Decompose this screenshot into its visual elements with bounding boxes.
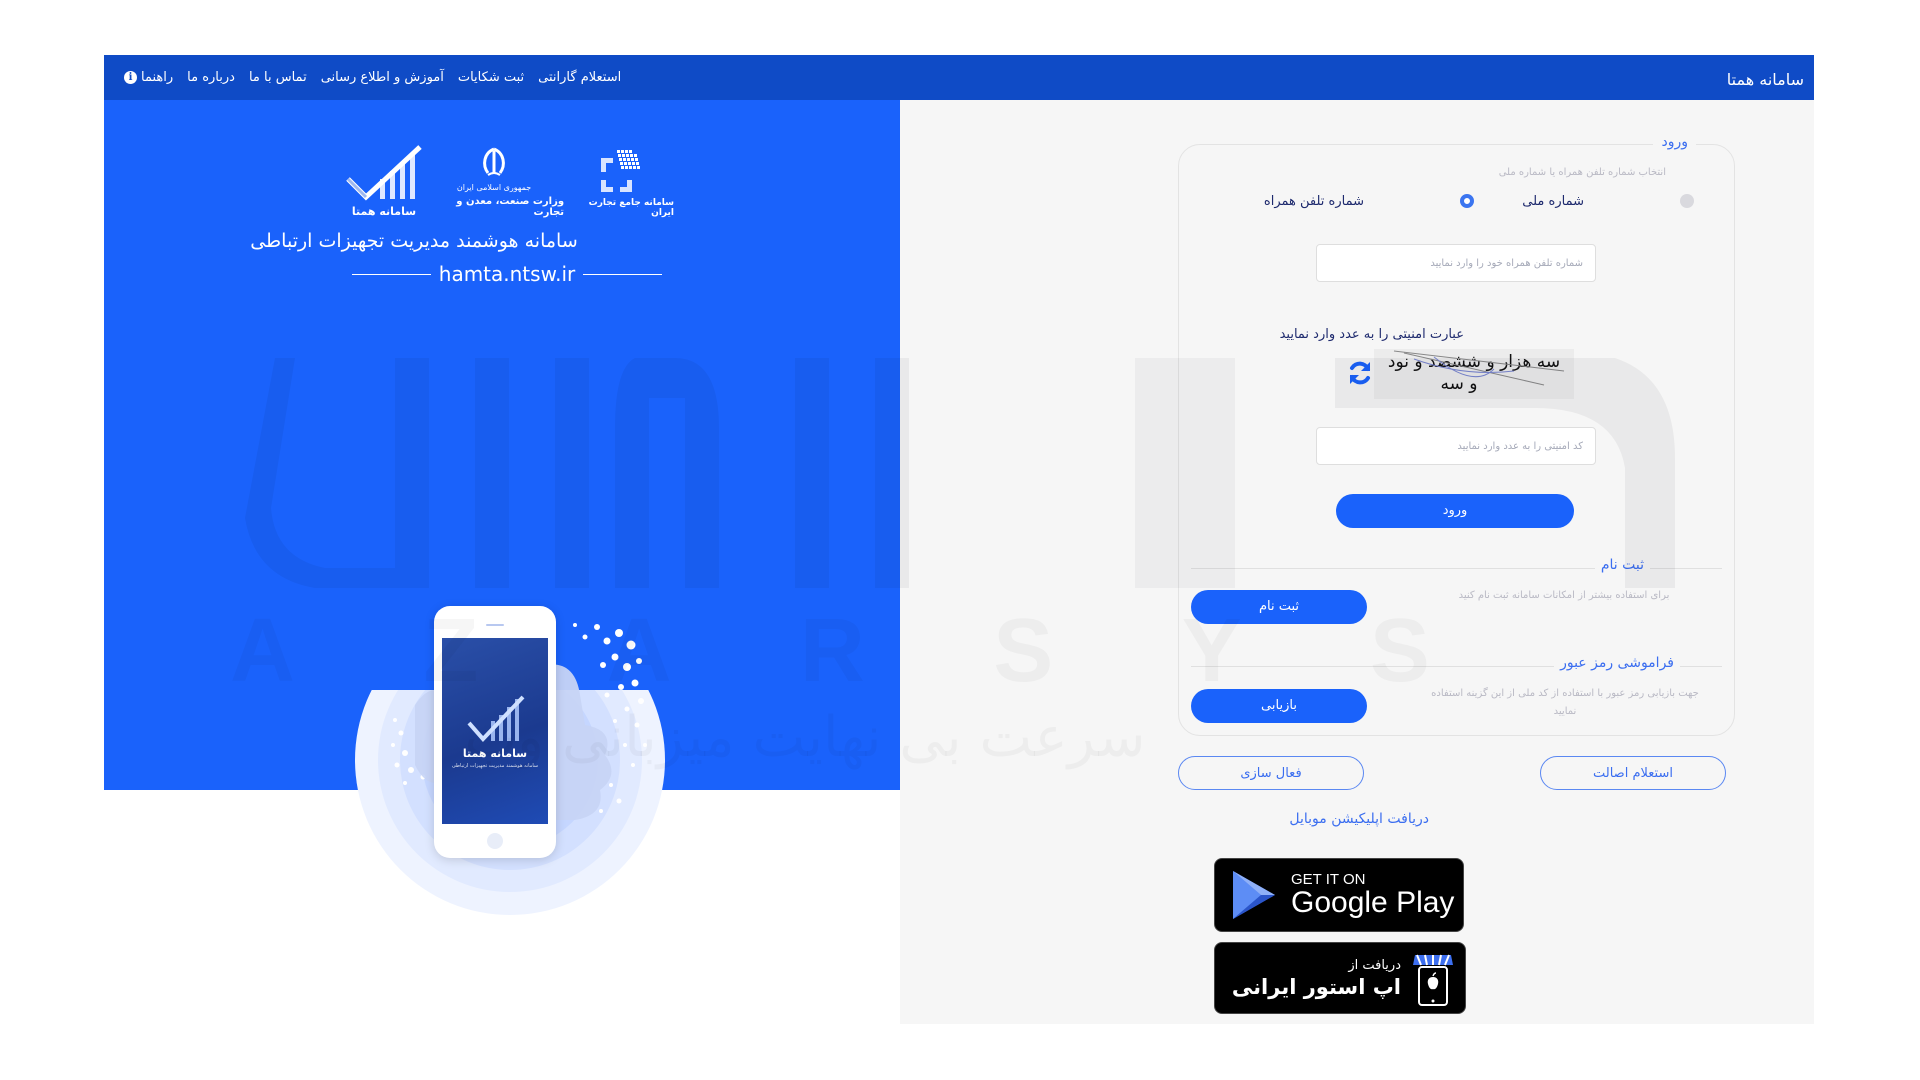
iranapps-big: اپ استور ایرانی — [1231, 974, 1401, 999]
phone-screen: سامانه همتا سامانه هوشمند مدیریت تجهیزات… — [442, 638, 548, 824]
nav-help-label: راهنما — [141, 70, 174, 85]
phone-mockup: سامانه همتا سامانه هوشمند مدیریت تجهیزات… — [434, 606, 556, 858]
mobile-app-title: دریافت اپلیکیشن موبایل — [1289, 811, 1429, 827]
phone-input[interactable] — [1316, 244, 1596, 282]
captcha-label: عبارت امنیتی را به عدد وارد نمایید — [1279, 327, 1464, 342]
recovery-button[interactable]: بازیابی — [1191, 689, 1367, 723]
ministry-caption-top: جمهوری اسلامی ایران — [456, 183, 532, 192]
logos-row: سامانه جامع تجارت ایران جمهوری اسلامی ای… — [344, 138, 674, 218]
google-play-icon — [1233, 871, 1275, 919]
radio-national-id[interactable] — [1680, 194, 1694, 208]
iran-trade-icon — [601, 150, 641, 192]
site-url-text[interactable]: hamta.ntsw.ir — [439, 262, 575, 286]
info-icon: i — [124, 71, 137, 84]
nav-contact[interactable]: تماس با ما — [249, 70, 307, 85]
iranapps-store-icon — [1413, 954, 1453, 1006]
iranapps-text: دریافت از اپ استور ایرانی — [1232, 958, 1401, 999]
url-rule-right — [583, 273, 662, 275]
captcha-image: سه هزار و ششصد و نود و سه — [1374, 349, 1574, 399]
refresh-captcha-icon[interactable] — [1346, 359, 1374, 387]
system-title: سامانه هوشمند مدیریت تجهیزات ارتباطی — [250, 230, 578, 252]
site-url: hamta.ntsw.ir — [352, 262, 662, 286]
phone-home-button — [487, 833, 503, 849]
google-play-text: GET IT ON Google Play — [1291, 871, 1454, 920]
register-title: ثبت نام — [1594, 557, 1650, 573]
hamta-chart-check-icon — [346, 145, 422, 201]
phone-speaker — [486, 624, 504, 626]
iran-trade-logo: سامانه جامع تجارت ایران — [564, 148, 674, 218]
login-hint: انتخاب شماره تلفن همراه یا شماره ملی — [1498, 167, 1666, 178]
login-legend: ورود — [1653, 134, 1696, 150]
register-description: برای استفاده بیشتر از امکانات سامانه ثبت… — [1458, 590, 1670, 601]
recovery-title: فراموشی رمز عبور — [1554, 655, 1680, 671]
iranapps-badge[interactable]: دریافت از اپ استور ایرانی — [1214, 942, 1466, 1014]
auth-panel: ورود انتخاب شماره تلفن همراه یا شماره مل… — [900, 100, 1814, 1024]
ministry-caption: وزارت صنعت، معدن و تجارت — [456, 196, 565, 218]
nav-education[interactable]: آموزش و اطلاع رسانی — [321, 70, 444, 85]
iran-emblem-icon — [483, 147, 505, 176]
radio-national-id-label[interactable]: شماره ملی — [1522, 194, 1584, 209]
register-button[interactable]: ثبت نام — [1191, 590, 1367, 624]
nav-warranty-inquiry[interactable]: استعلام گارانتی — [538, 70, 621, 85]
hamta-chart-check-icon — [467, 695, 525, 742]
recovery-description: جهت بازیابی رمز عبور با استفاده از کد مل… — [1431, 688, 1699, 717]
hamta-logo: سامانه همتا — [344, 145, 424, 218]
top-header: سامانه همتا استعلام گارانتی ثبت شکایات آ… — [104, 55, 1814, 100]
login-button[interactable]: ورود — [1336, 494, 1574, 528]
brand-title[interactable]: سامانه همتا — [1727, 70, 1804, 89]
google-play-badge[interactable]: GET IT ON Google Play — [1214, 858, 1464, 932]
iranapps-small: دریافت از — [1348, 957, 1401, 973]
phone-brand: سامانه همتا — [462, 747, 528, 760]
captcha-input[interactable] — [1316, 427, 1596, 465]
captcha-text-line2: و سه — [1440, 374, 1478, 394]
captcha-text-line1: سه هزار و ششصد و نود — [1387, 352, 1561, 372]
hamta-caption: سامانه همتا — [351, 205, 417, 218]
radio-mobile-label[interactable]: شماره تلفن همراه — [1264, 194, 1364, 209]
nav-complaints[interactable]: ثبت شکایات — [458, 70, 524, 85]
login-box: ورود انتخاب شماره تلفن همراه یا شماره مل… — [1178, 134, 1735, 736]
iran-trade-caption: سامانه جامع تجارت ایران — [588, 198, 674, 218]
google-play-big: Google Play — [1291, 885, 1455, 919]
nav-about[interactable]: درباره ما — [187, 70, 235, 85]
phone-subtitle: سامانه هوشمند مدیریت تجهیزات ارتباطی — [451, 763, 539, 769]
url-rule-left — [352, 273, 431, 275]
nav-help[interactable]: راهنما i — [124, 70, 173, 85]
top-nav: استعلام گارانتی ثبت شکایات آموزش و اطلاع… — [124, 70, 621, 85]
authenticity-inquiry-button[interactable]: استعلام اصالت — [1540, 756, 1726, 790]
activation-button[interactable]: فعال سازی — [1178, 756, 1364, 790]
radio-mobile[interactable] — [1460, 194, 1474, 208]
ministry-logo: جمهوری اسلامی ایران وزارت صنعت، معدن و ت… — [424, 147, 564, 218]
